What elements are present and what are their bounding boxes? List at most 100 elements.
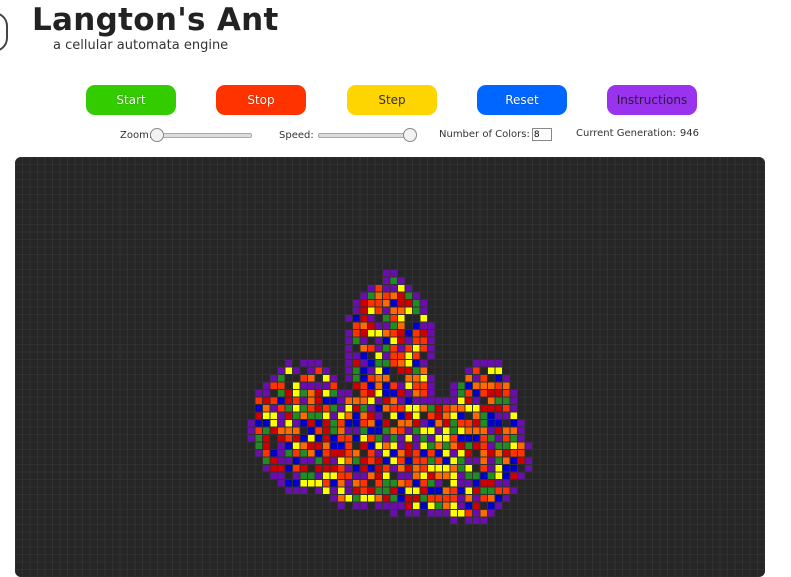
grid-cell <box>413 427 420 434</box>
grid-cell <box>405 487 412 494</box>
grid-cell <box>495 442 502 449</box>
grid-cell <box>480 427 487 434</box>
grid-cell <box>368 382 375 389</box>
grid-cell <box>353 495 360 502</box>
grid-cell <box>338 480 345 487</box>
grid-cell <box>383 495 390 502</box>
grid-cell <box>360 345 367 352</box>
grid-cell <box>435 495 442 502</box>
grid-cell <box>405 420 412 427</box>
grid-cell <box>270 375 277 382</box>
grid-cell <box>413 397 420 404</box>
grid-cell <box>368 360 375 367</box>
grid-cell <box>278 480 285 487</box>
grid-cell <box>375 495 382 502</box>
grid-cell <box>405 465 412 472</box>
grid-cell <box>488 510 495 517</box>
grid-cell <box>488 480 495 487</box>
grid-cell <box>480 390 487 397</box>
speed-slider[interactable] <box>317 128 417 142</box>
grid-cell <box>480 412 487 419</box>
grid-cell <box>435 465 442 472</box>
grid-cell <box>360 375 367 382</box>
grid-cell <box>293 390 300 397</box>
grid-cell <box>323 472 330 479</box>
grid-cell <box>345 457 352 464</box>
grid-cell <box>488 397 495 404</box>
grid-cell <box>413 502 420 509</box>
ant-grid-canvas[interactable] <box>15 157 765 577</box>
grid-cell <box>338 450 345 457</box>
grid-cell <box>360 337 367 344</box>
grid-cell <box>398 307 405 314</box>
zoom-slider[interactable] <box>150 128 253 142</box>
reset-button[interactable]: Reset <box>477 85 567 115</box>
grid-cell <box>518 457 525 464</box>
grid-cell <box>413 307 420 314</box>
grid-cell <box>473 435 480 442</box>
grid-cell <box>278 427 285 434</box>
grid-cell <box>285 420 292 427</box>
grid-cell <box>300 412 307 419</box>
speed-slider-track <box>317 133 414 138</box>
instructions-button[interactable]: Instructions <box>607 85 697 115</box>
grid-cell <box>323 405 330 412</box>
speed-slider-thumb[interactable] <box>402 128 417 142</box>
grid-cell <box>398 360 405 367</box>
grid-cell <box>360 352 367 359</box>
grid-cell <box>450 457 457 464</box>
grid-cell <box>360 502 367 509</box>
grid-cell <box>518 442 525 449</box>
grid-cell <box>353 502 360 509</box>
grid-cell <box>308 420 315 427</box>
grid-cell <box>270 412 277 419</box>
grid-cell <box>360 390 367 397</box>
grid-cell <box>308 435 315 442</box>
stop-button[interactable]: Stop <box>216 85 306 115</box>
grid-cell <box>405 285 412 292</box>
grid-cell <box>323 420 330 427</box>
grid-cell <box>338 405 345 412</box>
grid-cell <box>413 322 420 329</box>
grid-cell <box>345 442 352 449</box>
grid-cell <box>435 397 442 404</box>
grid-cell <box>383 315 390 322</box>
grid-cell <box>383 322 390 329</box>
grid-cell <box>278 420 285 427</box>
grid-cell <box>330 412 337 419</box>
grid-cell <box>323 367 330 374</box>
grid-cell <box>458 390 465 397</box>
grid-cell <box>405 375 412 382</box>
zoom-slider-thumb[interactable] <box>150 128 165 142</box>
grid-cell <box>353 457 360 464</box>
grid-cell <box>360 457 367 464</box>
grid-cell <box>330 487 337 494</box>
grid-cell <box>488 457 495 464</box>
grid-cell <box>375 367 382 374</box>
grid-cell <box>435 510 442 517</box>
grid-cell <box>270 472 277 479</box>
grid-cell <box>353 465 360 472</box>
grid-cell <box>285 450 292 457</box>
grid-cell <box>495 502 502 509</box>
grid-cell <box>473 495 480 502</box>
grid-cell <box>300 435 307 442</box>
grid-cell <box>263 457 270 464</box>
grid-cell <box>315 397 322 404</box>
grid-cell <box>300 397 307 404</box>
colors-input[interactable] <box>531 128 552 141</box>
grid-cell <box>480 360 487 367</box>
start-button[interactable]: Start <box>86 85 176 115</box>
grid-cell <box>428 487 435 494</box>
grid-cell <box>390 337 397 344</box>
grid-cell <box>368 465 375 472</box>
grid-cell <box>428 480 435 487</box>
grid-cell <box>360 307 367 314</box>
grid-cell <box>495 367 502 374</box>
grid-cell <box>473 367 480 374</box>
grid-cell <box>465 480 472 487</box>
grid-cell <box>315 465 322 472</box>
step-button[interactable]: Step <box>347 85 437 115</box>
grid-cell <box>413 412 420 419</box>
grid-cell <box>375 397 382 404</box>
